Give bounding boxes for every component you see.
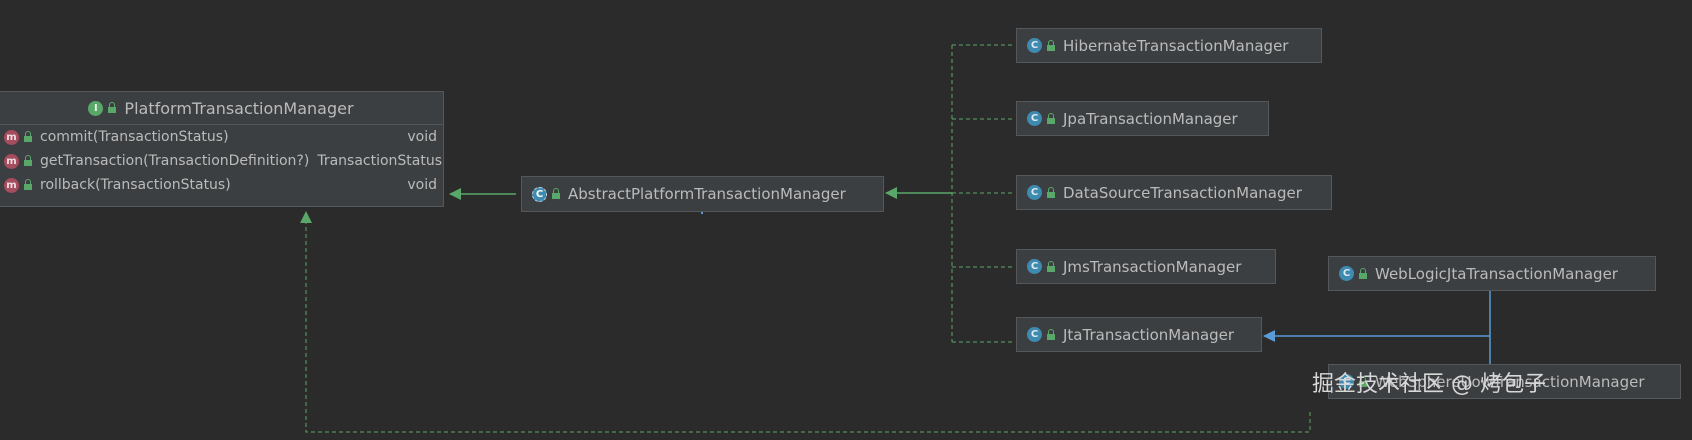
class-node-jms[interactable]: C JmsTransactionManager (1016, 249, 1276, 284)
class-node-jpa[interactable]: C JpaTransactionManager (1016, 101, 1269, 136)
abstract-class-icon: C (532, 186, 547, 202)
abstract-class-node[interactable]: C AbstractPlatformTransactionManager (521, 176, 884, 212)
class-icon: C (1339, 266, 1354, 281)
class-name: JpaTransactionManager (1063, 109, 1238, 128)
class-name: AbstractPlatformTransactionManager (568, 185, 846, 203)
class-icon: C (1027, 185, 1042, 200)
class-name: JmsTransactionManager (1063, 257, 1242, 276)
public-lock-icon (1047, 112, 1055, 124)
method-row[interactable]: m rollback(TransactionStatus) void (0, 173, 443, 197)
method-row[interactable]: m commit(TransactionStatus) void (0, 125, 443, 149)
class-icon: C (1027, 111, 1042, 126)
class-name: DataSourceTransactionManager (1063, 183, 1302, 202)
public-lock-icon (552, 188, 560, 199)
interface-icon: I (88, 100, 104, 116)
method-signature: rollback(TransactionStatus) (40, 177, 231, 193)
public-lock-icon (24, 131, 32, 142)
method-icon: m (4, 153, 19, 169)
class-node-hibernate[interactable]: C HibernateTransactionManager (1016, 28, 1322, 63)
method-icon: m (4, 177, 19, 193)
class-name: JtaTransactionManager (1063, 325, 1235, 344)
public-lock-icon (24, 179, 32, 190)
class-name: HibernateTransactionManager (1063, 36, 1289, 55)
class-icon: C (1027, 327, 1042, 342)
watermark: 掘金技术社区 @ 烤包子 (1312, 372, 1546, 397)
class-node-datasource[interactable]: C DataSourceTransactionManager (1016, 175, 1332, 210)
public-lock-icon (1047, 186, 1055, 198)
class-node-jta[interactable]: C JtaTransactionManager (1016, 317, 1262, 352)
method-row[interactable]: m getTransaction(TransactionDefinition?)… (0, 149, 443, 173)
method-return-type: void (407, 177, 437, 193)
method-signature: getTransaction(TransactionDefinition?) (40, 153, 310, 169)
interface-header: I PlatformTransactionManager (0, 92, 443, 125)
class-icon: C (1027, 259, 1042, 274)
public-lock-icon (1359, 267, 1367, 279)
method-icon: m (4, 129, 19, 145)
method-return-type: void (407, 129, 437, 145)
method-signature: commit(TransactionStatus) (40, 129, 229, 145)
interface-name: PlatformTransactionManager (124, 98, 354, 118)
interface-node[interactable]: I PlatformTransactionManager m commit(Tr… (0, 91, 444, 207)
class-name: WebLogicJtaTransactionManager (1375, 264, 1618, 283)
class-icon: C (1027, 38, 1042, 53)
public-lock-icon (1047, 260, 1055, 272)
public-lock-icon (1047, 328, 1055, 340)
public-lock-icon (24, 155, 32, 166)
public-lock-icon (108, 102, 117, 113)
class-node-weblogic-jta[interactable]: C WebLogicJtaTransactionManager (1328, 256, 1656, 291)
public-lock-icon (1047, 39, 1055, 51)
method-return-type: TransactionStatus (317, 153, 443, 169)
